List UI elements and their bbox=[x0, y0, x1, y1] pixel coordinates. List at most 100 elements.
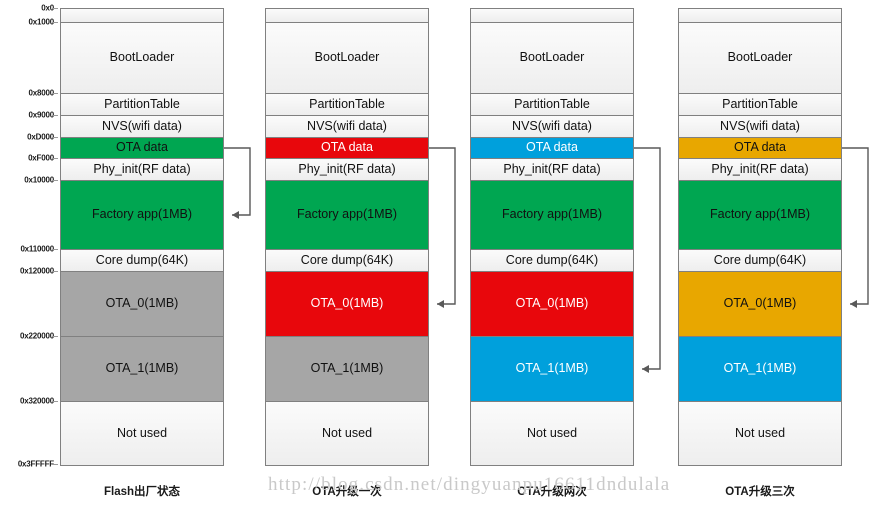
partition-band[interactable]: OTA data bbox=[679, 138, 841, 159]
partition-band[interactable]: Not used bbox=[471, 402, 633, 465]
address-label: 0x10000 bbox=[24, 175, 54, 185]
address-gutter: 0x0 0x1000 0x8000 0x9000 0xD000 0xF000 0x10000… bbox=[0, 0, 58, 475]
partition-band[interactable]: PartitionTable bbox=[679, 94, 841, 116]
ota-pointer-arrow bbox=[224, 138, 256, 225]
partition-band-label: Not used bbox=[321, 425, 373, 440]
partition-band[interactable] bbox=[266, 9, 428, 23]
address-tick bbox=[52, 180, 58, 181]
partition-band[interactable]: BootLoader bbox=[266, 23, 428, 94]
partition-band[interactable]: OTA_1(1MB) bbox=[266, 337, 428, 402]
flash-partition-diagram: 0x0 0x1000 0x8000 0x9000 0xD000 0xF000 0x10000… bbox=[0, 0, 874, 509]
partition-band-label: Phy_init(RF data) bbox=[711, 161, 809, 176]
partition-band[interactable]: Phy_init(RF data) bbox=[266, 159, 428, 181]
ota-pointer-arrow bbox=[842, 138, 874, 314]
partition-band-label: Phy_init(RF data) bbox=[93, 161, 191, 176]
partition-band[interactable]: PartitionTable bbox=[266, 94, 428, 116]
partition-band-label: Factory app(1MB) bbox=[296, 207, 398, 222]
partition-band-label: BootLoader bbox=[519, 50, 585, 65]
partition-band[interactable]: OTA_1(1MB) bbox=[61, 337, 223, 402]
address-label: 0x1000 bbox=[28, 17, 55, 27]
address-tick bbox=[52, 401, 58, 402]
partition-band[interactable]: OTA_1(1MB) bbox=[679, 337, 841, 402]
partition-band-label: PartitionTable bbox=[309, 96, 385, 111]
partition-band-label: Core dump(64K) bbox=[95, 252, 189, 267]
partition-band[interactable]: Phy_init(RF data) bbox=[471, 159, 633, 181]
partition-band-label: OTA_1(1MB) bbox=[723, 361, 797, 376]
partition-band[interactable]: PartitionTable bbox=[61, 94, 223, 116]
partition-band[interactable]: NVS(wifi data) bbox=[679, 116, 841, 138]
partition-band-label: Core dump(64K) bbox=[505, 252, 599, 267]
partition-band[interactable]: OTA data bbox=[266, 138, 428, 159]
partition-band-label: NVS(wifi data) bbox=[102, 118, 182, 133]
partition-band[interactable]: Not used bbox=[61, 402, 223, 465]
partition-band-label: PartitionTable bbox=[104, 96, 180, 111]
column-caption: OTA升级三次 bbox=[725, 486, 795, 498]
partition-band-label: Phy_init(RF data) bbox=[503, 161, 601, 176]
partition-band-label: BootLoader bbox=[109, 50, 175, 65]
address-tick bbox=[52, 464, 58, 465]
ota-pointer-arrow bbox=[429, 138, 461, 314]
partition-band[interactable]: OTA data bbox=[61, 138, 223, 159]
partition-band[interactable]: BootLoader bbox=[471, 23, 633, 94]
partition-band-label: NVS(wifi data) bbox=[307, 118, 387, 133]
partition-band[interactable]: NVS(wifi data) bbox=[471, 116, 633, 138]
address-tick bbox=[52, 249, 58, 250]
partition-band[interactable]: Phy_init(RF data) bbox=[679, 159, 841, 181]
partition-band[interactable]: Not used bbox=[679, 402, 841, 465]
partition-band[interactable]: NVS(wifi data) bbox=[266, 116, 428, 138]
partition-band-label: Phy_init(RF data) bbox=[298, 161, 396, 176]
partition-band[interactable]: Core dump(64K) bbox=[471, 250, 633, 272]
partition-band-label: OTA_1(1MB) bbox=[310, 361, 384, 376]
partition-band-label: Factory app(1MB) bbox=[709, 207, 811, 222]
address-label: 0x9000 bbox=[28, 110, 55, 120]
partition-band[interactable]: Not used bbox=[266, 402, 428, 465]
partition-band[interactable]: Core dump(64K) bbox=[266, 250, 428, 272]
partition-column: BootLoader PartitionTable NVS(wifi data) OT… bbox=[60, 8, 224, 466]
address-tick bbox=[52, 22, 58, 23]
partition-band[interactable]: Factory app(1MB) bbox=[471, 181, 633, 250]
partition-band[interactable]: PartitionTable bbox=[471, 94, 633, 116]
address-label: 0x320000 bbox=[20, 396, 54, 406]
address-label: 0x8000 bbox=[28, 88, 55, 98]
partition-band-label: PartitionTable bbox=[514, 96, 590, 111]
partition-band-label: PartitionTable bbox=[722, 96, 798, 111]
ota-pointer-arrow bbox=[634, 138, 666, 379]
partition-band[interactable]: OTA_1(1MB) bbox=[471, 337, 633, 402]
partition-band[interactable]: OTA_0(1MB) bbox=[61, 272, 223, 337]
partition-band-label: OTA_1(1MB) bbox=[105, 361, 179, 376]
partition-band[interactable]: Factory app(1MB) bbox=[679, 181, 841, 250]
address-tick bbox=[52, 158, 58, 159]
partition-band[interactable]: Core dump(64K) bbox=[679, 250, 841, 272]
watermark-text: http://blog.csdn.net/dingyuanpu16611dndu… bbox=[268, 474, 671, 495]
column-caption: Flash出厂状态 bbox=[103, 486, 181, 498]
partition-band[interactable]: OTA_0(1MB) bbox=[471, 272, 633, 337]
partition-band[interactable] bbox=[61, 9, 223, 23]
address-label: 0x3FFFFF bbox=[17, 459, 54, 469]
partition-stack: BootLoader PartitionTable NVS(wifi data) OT… bbox=[60, 8, 224, 466]
partition-band[interactable]: Core dump(64K) bbox=[61, 250, 223, 272]
partition-stack: BootLoader PartitionTable NVS(wifi data) OT… bbox=[470, 8, 634, 466]
address-tick bbox=[52, 137, 58, 138]
partition-band-label: BootLoader bbox=[727, 50, 793, 65]
partition-band[interactable]: OTA_0(1MB) bbox=[679, 272, 841, 337]
partition-band[interactable]: OTA_0(1MB) bbox=[266, 272, 428, 337]
address-label: 0xF000 bbox=[28, 153, 54, 163]
partition-column: BootLoader PartitionTable NVS(wifi data) OT… bbox=[678, 8, 842, 466]
partition-band-label: OTA data bbox=[321, 140, 373, 155]
partition-band[interactable]: Factory app(1MB) bbox=[266, 181, 428, 250]
partition-band[interactable]: BootLoader bbox=[679, 23, 841, 94]
partition-band[interactable]: NVS(wifi data) bbox=[61, 116, 223, 138]
address-tick bbox=[52, 271, 58, 272]
partition-band[interactable] bbox=[679, 9, 841, 23]
partition-band-label: OTA data bbox=[526, 140, 578, 155]
partition-band-label: OTA_0(1MB) bbox=[723, 296, 797, 311]
address-tick bbox=[52, 8, 58, 9]
partition-band[interactable]: Phy_init(RF data) bbox=[61, 159, 223, 181]
partition-band-label: Not used bbox=[116, 425, 168, 440]
partition-column: BootLoader PartitionTable NVS(wifi data) OT… bbox=[470, 8, 634, 466]
partition-band[interactable]: OTA data bbox=[471, 138, 633, 159]
address-tick bbox=[52, 336, 58, 337]
partition-band[interactable]: BootLoader bbox=[61, 23, 223, 94]
partition-band[interactable] bbox=[471, 9, 633, 23]
partition-band[interactable]: Factory app(1MB) bbox=[61, 181, 223, 250]
